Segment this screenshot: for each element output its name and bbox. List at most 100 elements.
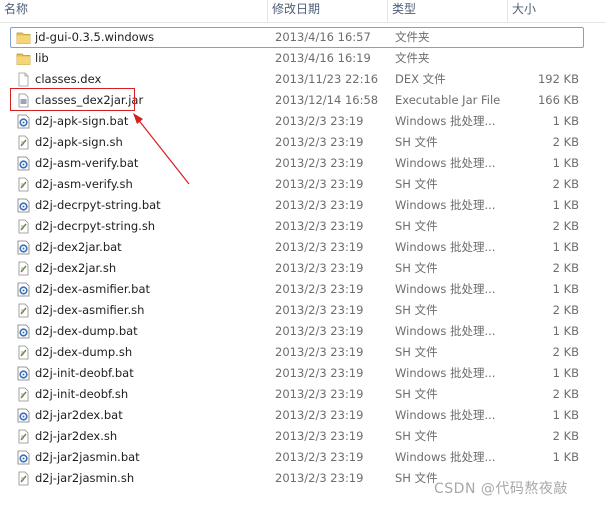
batch-file-icon [16, 324, 31, 339]
script-file-icon [16, 429, 31, 444]
file-type: Executable Jar File [395, 93, 501, 107]
file-name: d2j-jar2dex.sh [35, 429, 118, 443]
file-row[interactable]: d2j-dex-asmifier.sh 2013/2/3 23:19 SH 文件 2 … [0, 300, 606, 321]
batch-file-icon [16, 282, 31, 297]
script-file-icon [16, 177, 31, 192]
file-name: d2j-dex-dump.bat [35, 324, 138, 338]
script-file-icon [16, 219, 31, 234]
watermark: CSDN @代码熬夜敲 [434, 481, 568, 497]
file-name: d2j-dex2jar.bat [35, 240, 122, 254]
column-header-size[interactable]: 大小 [508, 0, 606, 22]
blank-file-icon [16, 72, 31, 87]
file-type: SH 文件 [395, 429, 438, 443]
file-row[interactable]: d2j-dex-dump.bat 2013/2/3 23:19 Windows 批处… [0, 321, 606, 342]
file-row[interactable]: d2j-apk-sign.bat 2013/2/3 23:19 Windows 批处… [0, 111, 606, 132]
file-size: 1 KB [552, 366, 579, 380]
file-size: 2 KB [552, 429, 579, 443]
file-date: 2013/2/3 23:19 [275, 282, 364, 296]
file-type: SH 文件 [395, 219, 438, 233]
file-size: 1 KB [552, 114, 579, 128]
file-type: SH 文件 [395, 345, 438, 359]
file-date: 2013/2/3 23:19 [275, 198, 364, 212]
file-row[interactable]: d2j-asm-verify.bat 2013/2/3 23:19 Windows … [0, 153, 606, 174]
folder-icon [16, 51, 31, 66]
file-row[interactable]: d2j-dex-dump.sh 2013/2/3 23:19 SH 文件 2 KB [0, 342, 606, 363]
file-size: 2 KB [552, 345, 579, 359]
file-date: 2013/2/3 23:19 [275, 135, 364, 149]
file-date: 2013/4/16 16:19 [275, 51, 371, 65]
file-type: DEX 文件 [395, 72, 446, 86]
file-row[interactable]: d2j-dex-asmifier.bat 2013/2/3 23:19 Window… [0, 279, 606, 300]
file-row[interactable]: d2j-dex2jar.sh 2013/2/3 23:19 SH 文件 2 KB [0, 258, 606, 279]
script-file-icon [16, 471, 31, 486]
file-name: d2j-apk-sign.bat [35, 114, 129, 128]
file-row[interactable]: classes.dex 2013/11/23 22:16 DEX 文件 192 KB [0, 69, 606, 90]
file-name: d2j-jar2jasmin.bat [35, 450, 140, 464]
file-date: 2013/2/3 23:19 [275, 429, 364, 443]
script-file-icon [16, 261, 31, 276]
file-date: 2013/2/3 23:19 [275, 240, 364, 254]
file-size: 1 KB [552, 282, 579, 296]
file-date: 2013/12/14 16:58 [275, 93, 379, 107]
column-header-date[interactable]: 修改日期 [268, 0, 388, 22]
file-name: lib [35, 51, 49, 65]
file-size: 2 KB [552, 219, 579, 233]
file-row[interactable]: d2j-decrpyt-string.sh 2013/2/3 23:19 SH 文件… [0, 216, 606, 237]
file-type: Windows 批处理... [395, 114, 496, 128]
file-name: d2j-decrpyt-string.sh [35, 219, 156, 233]
file-type: Windows 批处理... [395, 198, 496, 212]
file-date: 2013/2/3 23:19 [275, 345, 364, 359]
file-date: 2013/2/3 23:19 [275, 324, 364, 338]
file-name: d2j-jar2dex.bat [35, 408, 123, 422]
file-name: d2j-dex-asmifier.bat [35, 282, 151, 296]
file-row[interactable]: d2j-jar2jasmin.bat 2013/2/3 23:19 Windows … [0, 447, 606, 468]
file-row[interactable]: d2j-decrpyt-string.bat 2013/2/3 23:19 Wind… [0, 195, 606, 216]
file-type: SH 文件 [395, 387, 438, 401]
file-size: 1 KB [552, 324, 579, 338]
file-type: 文件夹 [395, 51, 430, 65]
batch-file-icon [16, 240, 31, 255]
batch-file-icon [16, 156, 31, 171]
file-row[interactable]: lib 2013/4/16 16:19 文件夹 [0, 48, 606, 69]
script-file-icon [16, 345, 31, 360]
column-header-name[interactable]: 名称 [0, 0, 268, 22]
file-row[interactable]: d2j-init-deobf.sh 2013/2/3 23:19 SH 文件 2 KB [0, 384, 606, 405]
file-size: 1 KB [552, 198, 579, 212]
file-name: d2j-asm-verify.sh [35, 177, 133, 191]
file-name: d2j-dex2jar.sh [35, 261, 117, 275]
file-type: SH 文件 [395, 261, 438, 275]
file-type: SH 文件 [395, 471, 438, 485]
file-row[interactable]: d2j-asm-verify.sh 2013/2/3 23:19 SH 文件 2 KB [0, 174, 606, 195]
file-type: 文件夹 [395, 30, 430, 44]
file-size: 1 KB [552, 450, 579, 464]
file-name: classes.dex [35, 72, 102, 86]
file-type: Windows 批处理... [395, 156, 496, 170]
file-date: 2013/2/3 23:19 [275, 471, 364, 485]
column-header-bar: 名称 修改日期 类型 大小 [0, 0, 606, 23]
script-file-icon [16, 303, 31, 318]
file-date: 2013/11/23 22:16 [275, 72, 379, 86]
script-file-icon [16, 135, 31, 150]
file-size: 2 KB [552, 261, 579, 275]
file-row[interactable]: d2j-init-deobf.bat 2013/2/3 23:19 Windows … [0, 363, 606, 384]
file-date: 2013/2/3 23:19 [275, 366, 364, 380]
jar-highlight-box [10, 88, 135, 111]
file-row[interactable]: d2j-jar2dex.sh 2013/2/3 23:19 SH 文件 2 KB [0, 426, 606, 447]
file-type: Windows 批处理... [395, 282, 496, 296]
file-name: d2j-asm-verify.bat [35, 156, 139, 170]
column-header-type[interactable]: 类型 [388, 0, 508, 22]
file-row[interactable]: d2j-jar2dex.bat 2013/2/3 23:19 Windows 批处理… [0, 405, 606, 426]
file-type: Windows 批处理... [395, 366, 496, 380]
file-date: 2013/2/3 23:19 [275, 156, 364, 170]
file-size: 1 KB [552, 156, 579, 170]
file-size: 2 KB [552, 177, 579, 191]
file-row[interactable]: d2j-apk-sign.sh 2013/2/3 23:19 SH 文件 2 KB [0, 132, 606, 153]
file-date: 2013/2/3 23:19 [275, 261, 364, 275]
file-row[interactable]: jd-gui-0.3.5.windows 2013/4/16 16:57 文件夹 [0, 27, 606, 48]
file-size: 1 KB [552, 408, 579, 422]
file-row[interactable]: d2j-dex2jar.bat 2013/2/3 23:19 Windows 批处理… [0, 237, 606, 258]
batch-file-icon [16, 408, 31, 423]
file-date: 2013/2/3 23:19 [275, 219, 364, 233]
file-size: 1 KB [552, 240, 579, 254]
file-type: Windows 批处理... [395, 408, 496, 422]
